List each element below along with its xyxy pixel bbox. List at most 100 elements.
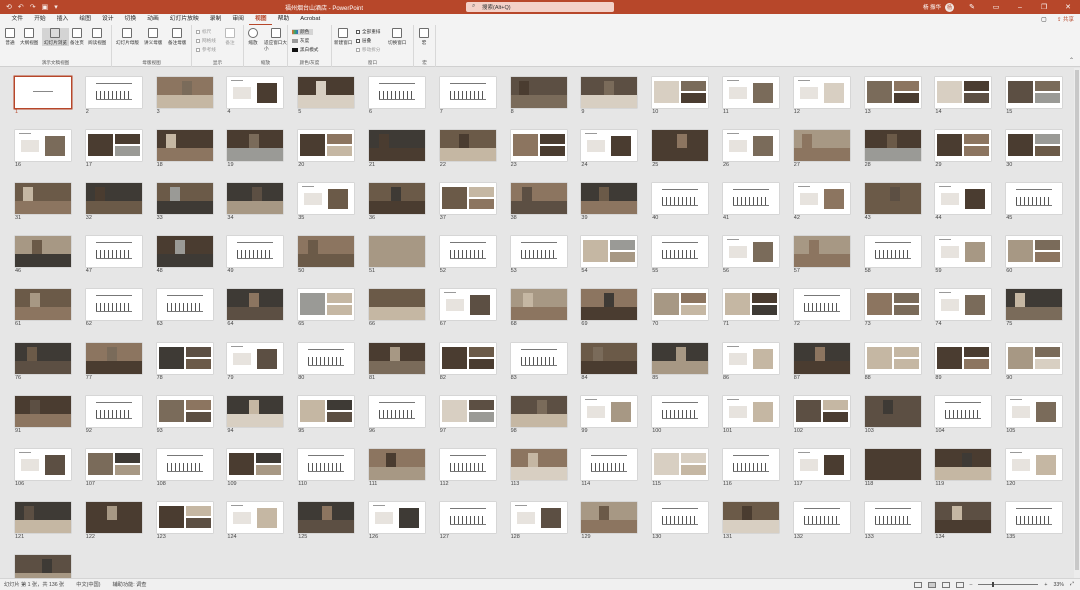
slide-thumbnail[interactable]: 119 — [935, 448, 992, 487]
present-icon[interactable]: ▣ — [42, 3, 49, 11]
slide-thumbnail[interactable]: 94 — [227, 395, 284, 434]
collapse-ribbon-icon[interactable]: ⌃ — [1069, 57, 1074, 64]
slide-thumbnail[interactable]: 84 — [581, 342, 638, 381]
slide-thumbnail[interactable]: 76 — [15, 342, 71, 381]
slide-thumbnail[interactable]: 22 — [439, 130, 496, 168]
slide-thumbnail[interactable]: 60 — [1006, 236, 1063, 274]
slide-thumbnail[interactable]: 86 — [723, 342, 779, 381]
pen-icon[interactable]: ✎ — [966, 3, 978, 11]
slide-thumbnail[interactable]: 28 — [864, 130, 921, 168]
slide-thumbnail[interactable]: 105 — [1006, 395, 1063, 434]
normal-view-icon[interactable] — [913, 581, 922, 588]
fit-to-window-button[interactable]: 适应窗口大小 — [264, 28, 287, 52]
outline-view-button[interactable]: 大纲视图 — [20, 28, 38, 46]
slide-thumbnail[interactable]: 37 — [439, 183, 496, 221]
slide-thumbnail[interactable]: 67 — [439, 289, 496, 327]
slide-thumbnail[interactable]: 104 — [935, 395, 992, 434]
scrollbar-thumb[interactable] — [1075, 70, 1079, 570]
slide-thumbnail[interactable]: 1 — [15, 77, 71, 115]
normal-view-button[interactable]: 普通 — [5, 28, 15, 46]
slide-thumbnail[interactable]: 40 — [652, 183, 709, 221]
slide-thumbnail[interactable]: 82 — [439, 342, 496, 381]
slide-thumbnail[interactable]: 102 — [793, 395, 850, 434]
slide-thumbnail[interactable]: 45 — [1006, 183, 1063, 221]
slide-thumbnail[interactable]: 73 — [864, 289, 921, 327]
slide-thumbnail[interactable]: 92 — [85, 395, 142, 434]
move-split-button[interactable]: 移动拆分 — [356, 47, 380, 53]
slide-thumbnail[interactable]: 38 — [510, 183, 567, 221]
slide-master-button[interactable]: 幻灯片母版 — [116, 28, 139, 46]
slide-thumbnail[interactable]: 35 — [298, 183, 355, 221]
slide-thumbnail[interactable]: 31 — [15, 183, 71, 221]
slide-thumbnail[interactable]: 68 — [510, 289, 567, 327]
slide-thumbnail[interactable]: 131 — [723, 501, 779, 540]
ribbon-display-icon[interactable]: ▭ — [990, 3, 1002, 11]
slide-thumbnail[interactable]: 23 — [510, 130, 567, 168]
slide-thumbnail[interactable]: 32 — [85, 183, 142, 221]
grayscale-button[interactable]: 灰度 — [292, 38, 309, 44]
slide-thumbnail[interactable]: 122 — [85, 501, 142, 540]
tab-2[interactable]: 插入 — [51, 14, 74, 25]
slide-thumbnail[interactable]: 54 — [581, 236, 638, 274]
cascade-button[interactable]: 层叠 — [356, 38, 371, 44]
reading-view-icon[interactable] — [941, 581, 950, 588]
slide-thumbnail[interactable]: 12 — [793, 77, 850, 115]
slide-thumbnail[interactable]: 103 — [864, 395, 921, 434]
slide-thumbnail[interactable]: 18 — [156, 130, 213, 168]
zoom-in-icon[interactable]: + — [1044, 582, 1047, 588]
notes-button[interactable]: 备注 — [225, 28, 235, 46]
zoom-button[interactable]: 缩放 — [248, 28, 258, 46]
tab-7[interactable]: 幻灯片放映 — [164, 14, 204, 25]
slide-thumbnail[interactable]: 57 — [793, 236, 850, 274]
tab-10[interactable]: 视图 — [249, 14, 273, 25]
slide-thumbnail[interactable]: 111 — [369, 448, 425, 487]
slide-thumbnail[interactable]: 41 — [723, 183, 779, 221]
slide-thumbnail[interactable]: 2 — [85, 77, 142, 115]
tab-8[interactable]: 录制 — [204, 14, 227, 25]
notes-master-button[interactable]: 备注母版 — [168, 28, 186, 46]
slide-thumbnail[interactable]: 17 — [85, 130, 142, 168]
slide-thumbnail[interactable]: 113 — [510, 448, 567, 487]
undo-icon[interactable]: ↶ — [18, 3, 24, 11]
guides-checkbox[interactable]: 参考线 — [196, 47, 216, 53]
slide-sorter-button[interactable]: 幻灯片浏览 — [42, 28, 69, 46]
slide-thumbnail[interactable]: 66 — [369, 289, 425, 327]
slide-thumbnail[interactable]: 97 — [439, 395, 496, 434]
accessibility-status[interactable]: 辅助功能: 调查 — [112, 581, 146, 588]
slide-thumbnail[interactable]: 44 — [935, 183, 992, 221]
ruler-checkbox[interactable]: 标尺 — [196, 29, 211, 35]
slide-thumbnail[interactable]: 129 — [581, 501, 638, 540]
slide-thumbnail[interactable]: 117 — [793, 448, 850, 487]
slide-thumbnail[interactable]: 43 — [864, 183, 921, 221]
slide-thumbnail[interactable]: 36 — [369, 183, 425, 221]
slide-thumbnail[interactable]: 58 — [864, 236, 921, 274]
slide-thumbnail[interactable]: 106 — [15, 448, 71, 487]
slide-thumbnail[interactable]: 118 — [864, 448, 921, 487]
slide-thumbnail[interactable]: 127 — [439, 501, 496, 540]
slide-thumbnail[interactable]: 16 — [15, 130, 71, 168]
new-window-button[interactable]: 新建窗口 — [334, 28, 352, 46]
tab-4[interactable]: 设计 — [96, 14, 119, 25]
slide-thumbnail[interactable]: 71 — [723, 289, 779, 327]
slide-thumbnail[interactable]: 69 — [581, 289, 638, 327]
slide-thumbnail[interactable]: 56 — [723, 236, 779, 274]
slide-thumbnail[interactable]: 42 — [793, 183, 850, 221]
slide-thumbnail[interactable]: 85 — [652, 342, 709, 381]
fit-slide-icon[interactable]: ⤢ — [1070, 581, 1074, 588]
slide-thumbnail[interactable]: 126 — [369, 501, 425, 540]
slide-thumbnail[interactable]: 133 — [864, 501, 921, 540]
tab-5[interactable]: 切换 — [119, 14, 142, 25]
slide-thumbnail[interactable]: 7 — [439, 77, 496, 115]
slide-thumbnail[interactable]: 64 — [227, 289, 284, 327]
slide-thumbnail[interactable]: 93 — [156, 395, 213, 434]
slide-thumbnail[interactable]: 24 — [581, 130, 638, 168]
slide-thumbnail[interactable]: 96 — [369, 395, 425, 434]
slide-thumbnail[interactable]: 21 — [369, 130, 425, 168]
slide-thumbnail[interactable]: 77 — [85, 342, 142, 381]
comments-icon[interactable]: ▢ — [1041, 16, 1047, 23]
slide-thumbnail[interactable]: 70 — [652, 289, 709, 327]
slide-thumbnail[interactable]: 63 — [156, 289, 213, 327]
slide-thumbnail[interactable]: 11 — [723, 77, 779, 115]
slide-thumbnail[interactable]: 130 — [652, 501, 709, 540]
slide-thumbnail[interactable]: 59 — [935, 236, 992, 274]
